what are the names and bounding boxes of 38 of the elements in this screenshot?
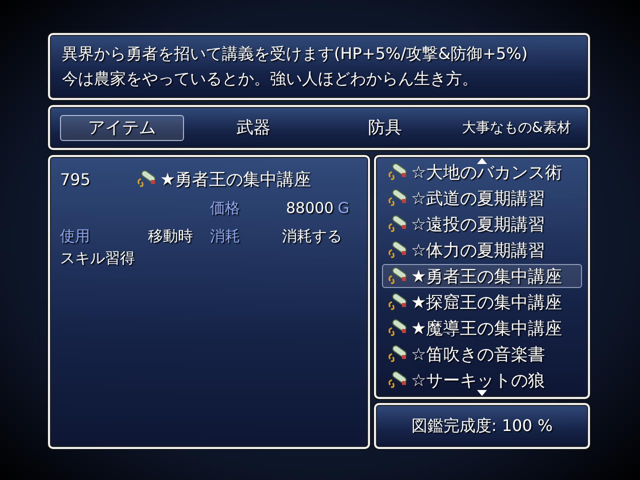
field-label: 使用 — [60, 226, 91, 246]
scroll-icon — [387, 345, 409, 363]
scroll-icon — [387, 293, 409, 311]
help-text: 異界から勇者を招いて講義を受けます(HP+5%/攻撃&防御+5%) — [62, 43, 529, 65]
list-item[interactable]: ★探窟王の集中講座 — [382, 290, 582, 314]
scroll-up-icon[interactable] — [477, 158, 487, 164]
item-name: ★勇者王の集中講座 — [160, 168, 312, 190]
list-item[interactable]: ☆体力の夏期講習 — [382, 238, 582, 262]
currency-unit: G — [338, 199, 350, 217]
list-item[interactable]: ★勇者王の集中講座 — [382, 264, 582, 288]
scroll-icon — [387, 189, 409, 207]
help-text: 今は農家をやっているとか。強い人ほどわからん生き方。 — [62, 68, 479, 90]
list-item[interactable]: ☆笛吹きの音楽書 — [382, 342, 582, 366]
field-value: 移動時 — [148, 226, 194, 246]
category-tab[interactable]: アイテム — [60, 114, 184, 140]
price-label: 価格 — [210, 198, 241, 218]
scroll-icon — [387, 267, 409, 285]
effect-text: スキル習得 — [60, 248, 135, 268]
scroll-icon — [136, 170, 158, 188]
scroll-icon — [387, 371, 409, 389]
scroll-icon — [387, 319, 409, 337]
field-label: 消耗 — [210, 226, 241, 246]
scroll-down-icon[interactable] — [477, 390, 487, 396]
list-item[interactable]: ☆大地のバカンス術 — [382, 160, 582, 184]
category-tab[interactable]: 防具 — [323, 114, 447, 140]
scroll-icon — [387, 241, 409, 259]
scroll-icon — [387, 215, 409, 233]
category-tab[interactable]: 武器 — [192, 114, 316, 140]
price-value: 88000 — [286, 199, 334, 217]
scroll-icon — [387, 163, 409, 181]
list-item[interactable]: ☆遠投の夏期講習 — [382, 212, 582, 236]
list-item[interactable]: ☆武道の夏期講習 — [382, 186, 582, 210]
field-value: 消耗する — [282, 226, 342, 246]
item-number: 795 — [60, 170, 92, 188]
list-item[interactable]: ★魔導王の集中講座 — [382, 316, 582, 340]
completion-text: 図鑑完成度: 100 % — [411, 416, 553, 436]
list-item[interactable]: ☆サーキットの狼 — [382, 368, 582, 392]
category-tab[interactable]: 大事なもの&素材 — [454, 114, 578, 140]
